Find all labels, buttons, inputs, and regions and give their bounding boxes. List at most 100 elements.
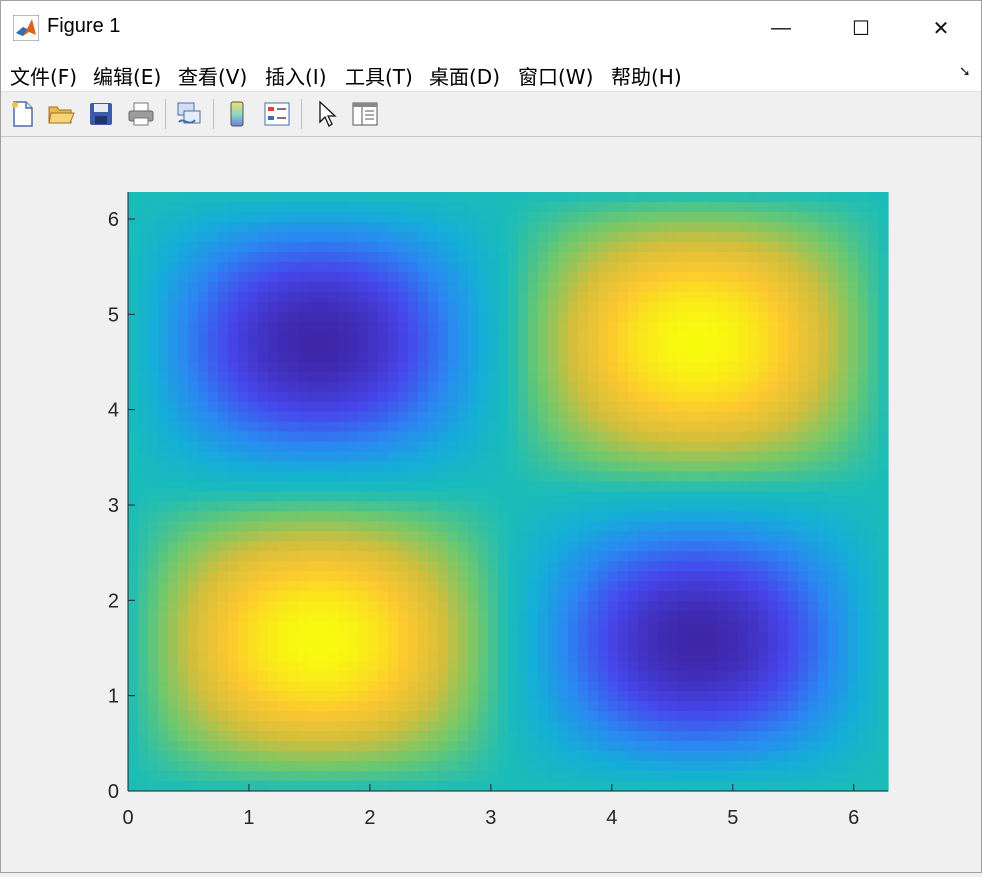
heatmap-cell bbox=[418, 651, 429, 662]
heatmap-cell bbox=[688, 211, 699, 223]
heatmap-cell bbox=[728, 711, 739, 722]
heatmap-cell bbox=[318, 301, 329, 313]
heatmap-cell bbox=[848, 291, 859, 303]
link-plot-button[interactable] bbox=[173, 98, 205, 130]
heatmap-cell bbox=[258, 391, 269, 403]
heatmap-cell bbox=[538, 531, 549, 543]
menu-view[interactable]: 查看(V) bbox=[178, 61, 247, 90]
heatmap-cell bbox=[698, 561, 709, 572]
heatmap-cell bbox=[838, 441, 849, 453]
heatmap-cell bbox=[698, 751, 709, 762]
legend-button[interactable] bbox=[261, 98, 293, 130]
heatmap-cell bbox=[238, 571, 249, 582]
dock-arrow-icon[interactable]: ➘ bbox=[959, 63, 971, 80]
title-bar[interactable]: Figure 1 — ☐ ✕ bbox=[1, 1, 981, 55]
menu-help[interactable]: 帮助(H) bbox=[611, 61, 682, 90]
heatmap-cell bbox=[828, 201, 839, 213]
new-figure-button[interactable] bbox=[7, 98, 39, 130]
heatmap-cell bbox=[448, 711, 459, 722]
heatmap-cell bbox=[398, 491, 409, 503]
heatmap-surface[interactable] bbox=[128, 192, 889, 792]
menu-desktop[interactable]: 桌面(D) bbox=[429, 61, 500, 90]
heatmap-cell bbox=[218, 581, 229, 592]
menu-tools[interactable]: 工具(T) bbox=[345, 61, 413, 90]
heatmap-cell bbox=[518, 691, 529, 702]
heatmap-cell bbox=[778, 201, 789, 213]
heatmap-cell bbox=[428, 321, 439, 333]
heatmap-cell bbox=[738, 321, 749, 333]
close-button[interactable]: ✕ bbox=[901, 1, 981, 55]
heatmap-cell bbox=[608, 311, 619, 323]
heatmap-cell bbox=[298, 561, 309, 572]
heatmap-cell bbox=[588, 541, 599, 552]
heatmap-cell bbox=[348, 201, 359, 213]
heatmap-cell bbox=[238, 401, 249, 413]
heatmap-cell bbox=[248, 731, 259, 742]
heatmap-cell bbox=[878, 731, 889, 742]
heatmap-cell bbox=[488, 321, 499, 333]
heatmap-cell bbox=[238, 291, 249, 303]
heatmap-cell bbox=[648, 541, 659, 552]
heatmap-cell bbox=[518, 761, 529, 772]
heatmap-cell bbox=[248, 641, 259, 652]
heatmap-cell bbox=[468, 621, 479, 632]
pointer-button[interactable] bbox=[311, 98, 343, 130]
heatmap-cell bbox=[568, 721, 579, 732]
heatmap-cell bbox=[198, 461, 209, 473]
heatmap-cell bbox=[758, 601, 769, 612]
heatmap-cell bbox=[248, 771, 259, 782]
menu-file[interactable]: 文件(F) bbox=[10, 61, 77, 90]
heatmap-cell bbox=[218, 781, 229, 792]
heatmap-cell bbox=[748, 401, 759, 413]
pointer-icon bbox=[319, 100, 337, 127]
y-tick-label: 0 bbox=[108, 781, 119, 803]
heatmap-cell bbox=[708, 281, 719, 293]
heatmap-cell bbox=[728, 381, 739, 393]
heatmap-cell bbox=[688, 671, 699, 682]
heatmap-cell bbox=[198, 321, 209, 333]
heatmap-cell bbox=[878, 321, 889, 333]
heatmap-cell bbox=[598, 541, 609, 552]
heatmap-cell bbox=[698, 521, 709, 533]
heatmap-cell bbox=[858, 451, 869, 463]
heatmap-cell bbox=[568, 581, 579, 592]
heatmap-cell bbox=[478, 311, 489, 323]
heatmap-cell bbox=[688, 381, 699, 393]
heatmap-cell bbox=[258, 511, 269, 523]
heatmap-cell bbox=[478, 461, 489, 473]
heatmap-cell bbox=[878, 581, 889, 592]
menu-window[interactable]: 窗口(W) bbox=[518, 61, 593, 90]
heatmap-cell bbox=[648, 651, 659, 662]
heatmap-cell bbox=[788, 581, 799, 592]
heatmap-cell bbox=[558, 651, 569, 662]
heatmap-cell bbox=[688, 491, 699, 503]
maximize-button[interactable]: ☐ bbox=[821, 1, 901, 55]
menu-edit[interactable]: 编辑(E) bbox=[93, 61, 161, 90]
heatmap-cell bbox=[308, 411, 319, 423]
print-button[interactable] bbox=[125, 98, 157, 130]
plot-area[interactable]: 01234560123456 bbox=[1, 137, 981, 872]
heatmap-cell bbox=[608, 561, 619, 572]
heatmap-cell bbox=[678, 701, 689, 712]
save-button[interactable] bbox=[85, 98, 117, 130]
heatmap-cell bbox=[548, 741, 559, 752]
heatmap-cell bbox=[338, 431, 349, 443]
heatmap-cell bbox=[258, 331, 269, 343]
heatmap-cell bbox=[228, 741, 239, 752]
heatmap-chart[interactable]: 0 1 2 3 4 5 60123456 bbox=[1, 137, 981, 872]
heatmap-cell bbox=[378, 571, 389, 582]
open-button[interactable] bbox=[45, 98, 77, 130]
property-inspector-button[interactable] bbox=[349, 98, 381, 130]
heatmap-cell bbox=[508, 541, 519, 552]
heatmap-cell bbox=[308, 701, 319, 712]
minimize-button[interactable]: — bbox=[741, 1, 821, 55]
menu-insert[interactable]: 插入(I) bbox=[265, 61, 327, 90]
heatmap-cell bbox=[658, 261, 669, 273]
colorbar-button[interactable] bbox=[221, 98, 253, 130]
heatmap-cell bbox=[138, 671, 149, 682]
heatmap-cell bbox=[518, 221, 529, 233]
heatmap-cell bbox=[758, 441, 769, 453]
heatmap-cell bbox=[268, 241, 279, 253]
heatmap-cell bbox=[608, 651, 619, 662]
heatmap-cell bbox=[828, 361, 839, 373]
